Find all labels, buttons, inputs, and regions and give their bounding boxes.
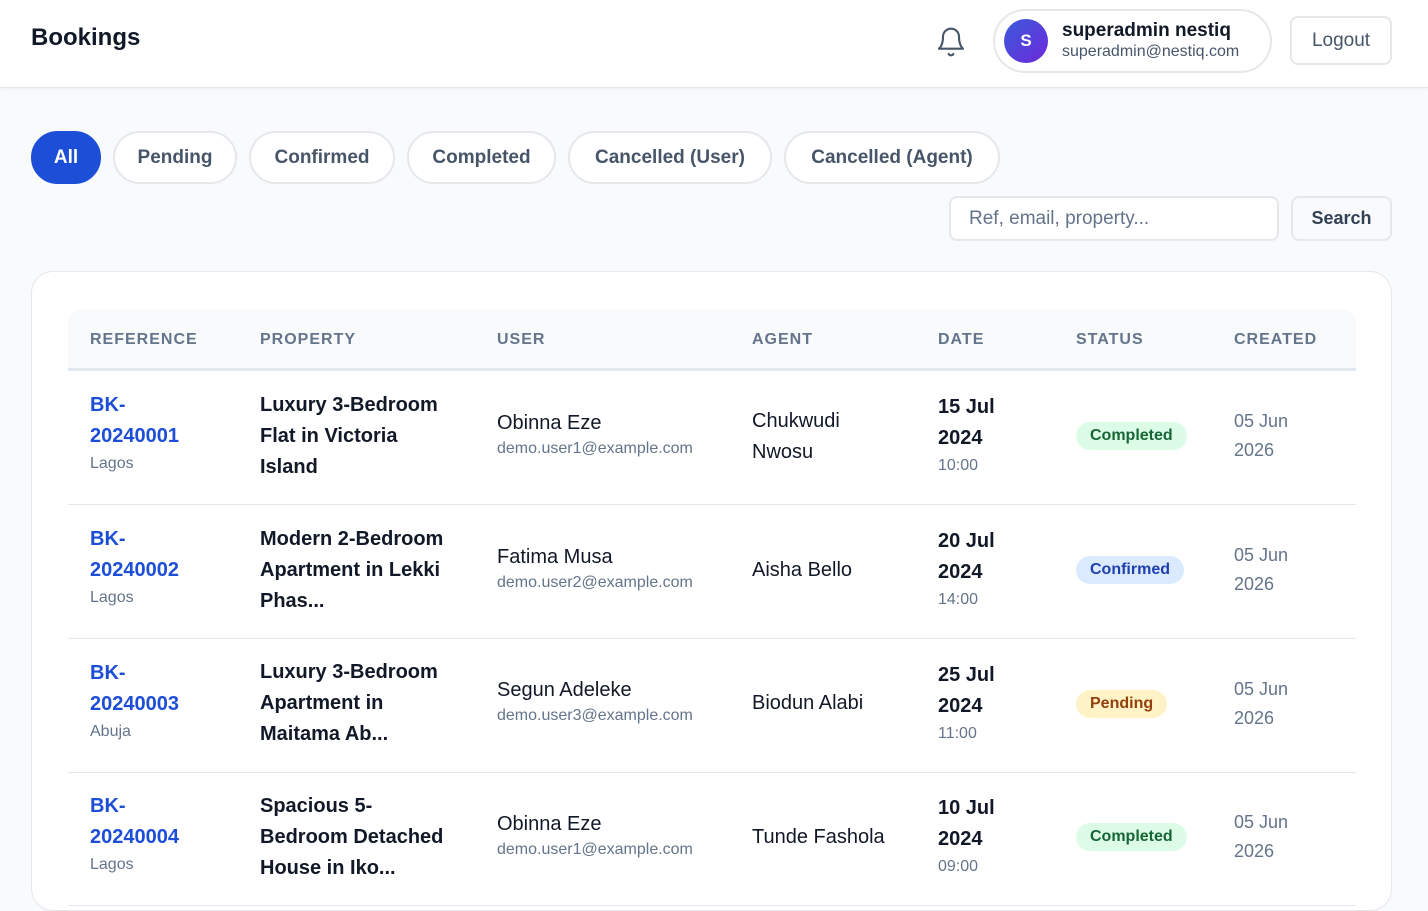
booking-city: Lagos: [90, 856, 134, 873]
user-email: demo.user3@example.com: [497, 707, 693, 724]
user-name: Obinna Eze: [497, 813, 602, 835]
bell-icon[interactable]: [933, 24, 969, 60]
avatar: S: [1004, 19, 1048, 63]
table-row[interactable]: BK- 20240002 Lagos Modern 2-Bedroom Apart…: [68, 505, 1356, 639]
column-header-user: USER: [497, 331, 546, 348]
filter-completed[interactable]: Completed: [407, 131, 556, 184]
column-header-status: STATUS: [1076, 331, 1144, 348]
reference-cell: BK- 20240002 Lagos: [90, 524, 230, 607]
booking-city: Abuja: [90, 723, 131, 740]
booking-time: 11:00: [938, 725, 977, 742]
status-cell: Completed: [1076, 422, 1187, 450]
date-cell: 10 Jul 2024 09:00: [938, 793, 1028, 876]
booking-date: 25 Jul: [938, 664, 995, 686]
booking-time: 14:00: [938, 591, 979, 608]
page-title: Bookings: [31, 24, 141, 51]
reference-cell: BK- 20240001 Lagos: [90, 390, 230, 473]
agent-name: Tunde Fashola: [752, 826, 885, 848]
column-header-created: CREATED: [1234, 331, 1318, 348]
user-name: Fatima Musa: [497, 546, 613, 568]
search-input[interactable]: [949, 196, 1279, 241]
user-name: superadmin nestiq: [1062, 20, 1231, 41]
booking-year: 2024: [938, 695, 983, 717]
reference-cell: BK- 20240003 Abuja: [90, 658, 230, 741]
filter-pending[interactable]: Pending: [113, 131, 237, 184]
column-header-date: DATE: [938, 331, 985, 348]
filter-all[interactable]: All: [31, 131, 101, 184]
logout-button[interactable]: Logout: [1290, 16, 1392, 65]
column-header-reference: REFERENCE: [90, 331, 198, 348]
user-name: Obinna Eze: [497, 412, 602, 434]
property-name: Spacious 5-Bedroom Detached House in Iko…: [260, 795, 444, 879]
booking-reference-link[interactable]: BK- 20240004: [90, 791, 230, 853]
agent-name: Chukwudi Nwosu: [752, 410, 840, 463]
filter-cancelled-agent[interactable]: Cancelled (Agent): [784, 131, 1000, 184]
search-button[interactable]: Search: [1291, 196, 1392, 241]
column-header-property: PROPERTY: [260, 331, 357, 348]
booking-reference-link[interactable]: BK- 20240003: [90, 658, 230, 720]
reference-cell: BK- 20240004 Lagos: [90, 791, 230, 874]
user-email: demo.user2@example.com: [497, 574, 693, 591]
filter-confirmed[interactable]: Confirmed: [249, 131, 395, 184]
user-cell: Segun Adeleke demo.user3@example.com: [497, 676, 693, 725]
status-cell: Completed: [1076, 823, 1187, 851]
date-cell: 25 Jul 2024 11:00: [938, 660, 1028, 743]
user-menu[interactable]: S superadmin nestiq superadmin@nestiq.co…: [993, 9, 1272, 73]
property-name: Modern 2-Bedroom Apartment in Lekki Phas…: [260, 528, 444, 612]
table-row[interactable]: BK- 20240003 Abuja Luxury 3-Bedroom Apart…: [68, 639, 1356, 773]
status-badge: Confirmed: [1076, 556, 1184, 584]
booking-city: Lagos: [90, 455, 134, 472]
user-cell: Obinna Eze demo.user1@example.com: [497, 409, 693, 458]
booking-date: 20 Jul: [938, 530, 995, 552]
table-row[interactable]: BK- 20240004 Lagos Spacious 5-Bedroom Det…: [68, 772, 1356, 906]
bookings-card: REFERENCE PROPERTY USER AGENT DATE STATU…: [31, 271, 1392, 911]
booking-time: 09:00: [938, 858, 979, 875]
booking-time: 10:00: [938, 457, 979, 474]
status-badge: Completed: [1076, 823, 1187, 851]
date-cell: 15 Jul 2024 10:00: [938, 392, 1028, 475]
user-name: Segun Adeleke: [497, 679, 632, 701]
booking-year: 2024: [938, 828, 983, 850]
top-bar: Bookings S superadmin nestiq superadmin@…: [0, 0, 1428, 88]
user-cell: Obinna Eze demo.user1@example.com: [497, 810, 693, 859]
booking-year: 2024: [938, 427, 983, 449]
booking-date: 10 Jul: [938, 797, 995, 819]
filter-cancelled-user[interactable]: Cancelled (User): [568, 131, 772, 184]
booking-date: 15 Jul: [938, 396, 995, 418]
user-email: demo.user1@example.com: [497, 841, 693, 858]
table-header: REFERENCE PROPERTY USER AGENT DATE STATU…: [68, 309, 1356, 371]
agent-name: Aisha Bello: [752, 559, 853, 581]
booking-city: Lagos: [90, 589, 134, 606]
created-date: 05 Jun 2026: [1234, 545, 1289, 594]
user-email: superadmin@nestiq.com: [1062, 43, 1240, 60]
status-badge: Pending: [1076, 690, 1168, 718]
user-email: demo.user1@example.com: [497, 440, 693, 457]
status-badge: Completed: [1076, 422, 1187, 450]
column-header-agent: AGENT: [752, 331, 813, 348]
booking-year: 2024: [938, 561, 983, 583]
booking-reference-link[interactable]: BK- 20240002: [90, 524, 230, 586]
status-cell: Pending: [1076, 690, 1168, 718]
user-cell: Fatima Musa demo.user2@example.com: [497, 543, 693, 592]
booking-reference-link[interactable]: BK- 20240001: [90, 390, 230, 452]
created-date: 05 Jun 2026: [1234, 679, 1289, 728]
agent-name: Biodun Alabi: [752, 692, 864, 714]
property-name: Luxury 3-Bedroom Flat in Victoria Island: [260, 394, 438, 478]
property-name: Luxury 3-Bedroom Apartment in Maitama Ab…: [260, 661, 438, 745]
created-date: 05 Jun 2026: [1234, 812, 1289, 861]
date-cell: 20 Jul 2024 14:00: [938, 526, 1028, 609]
created-date: 05 Jun 2026: [1234, 411, 1289, 460]
status-cell: Confirmed: [1076, 556, 1184, 584]
table-row[interactable]: BK- 20240001 Lagos Luxury 3-Bedroom Flat …: [68, 371, 1356, 505]
